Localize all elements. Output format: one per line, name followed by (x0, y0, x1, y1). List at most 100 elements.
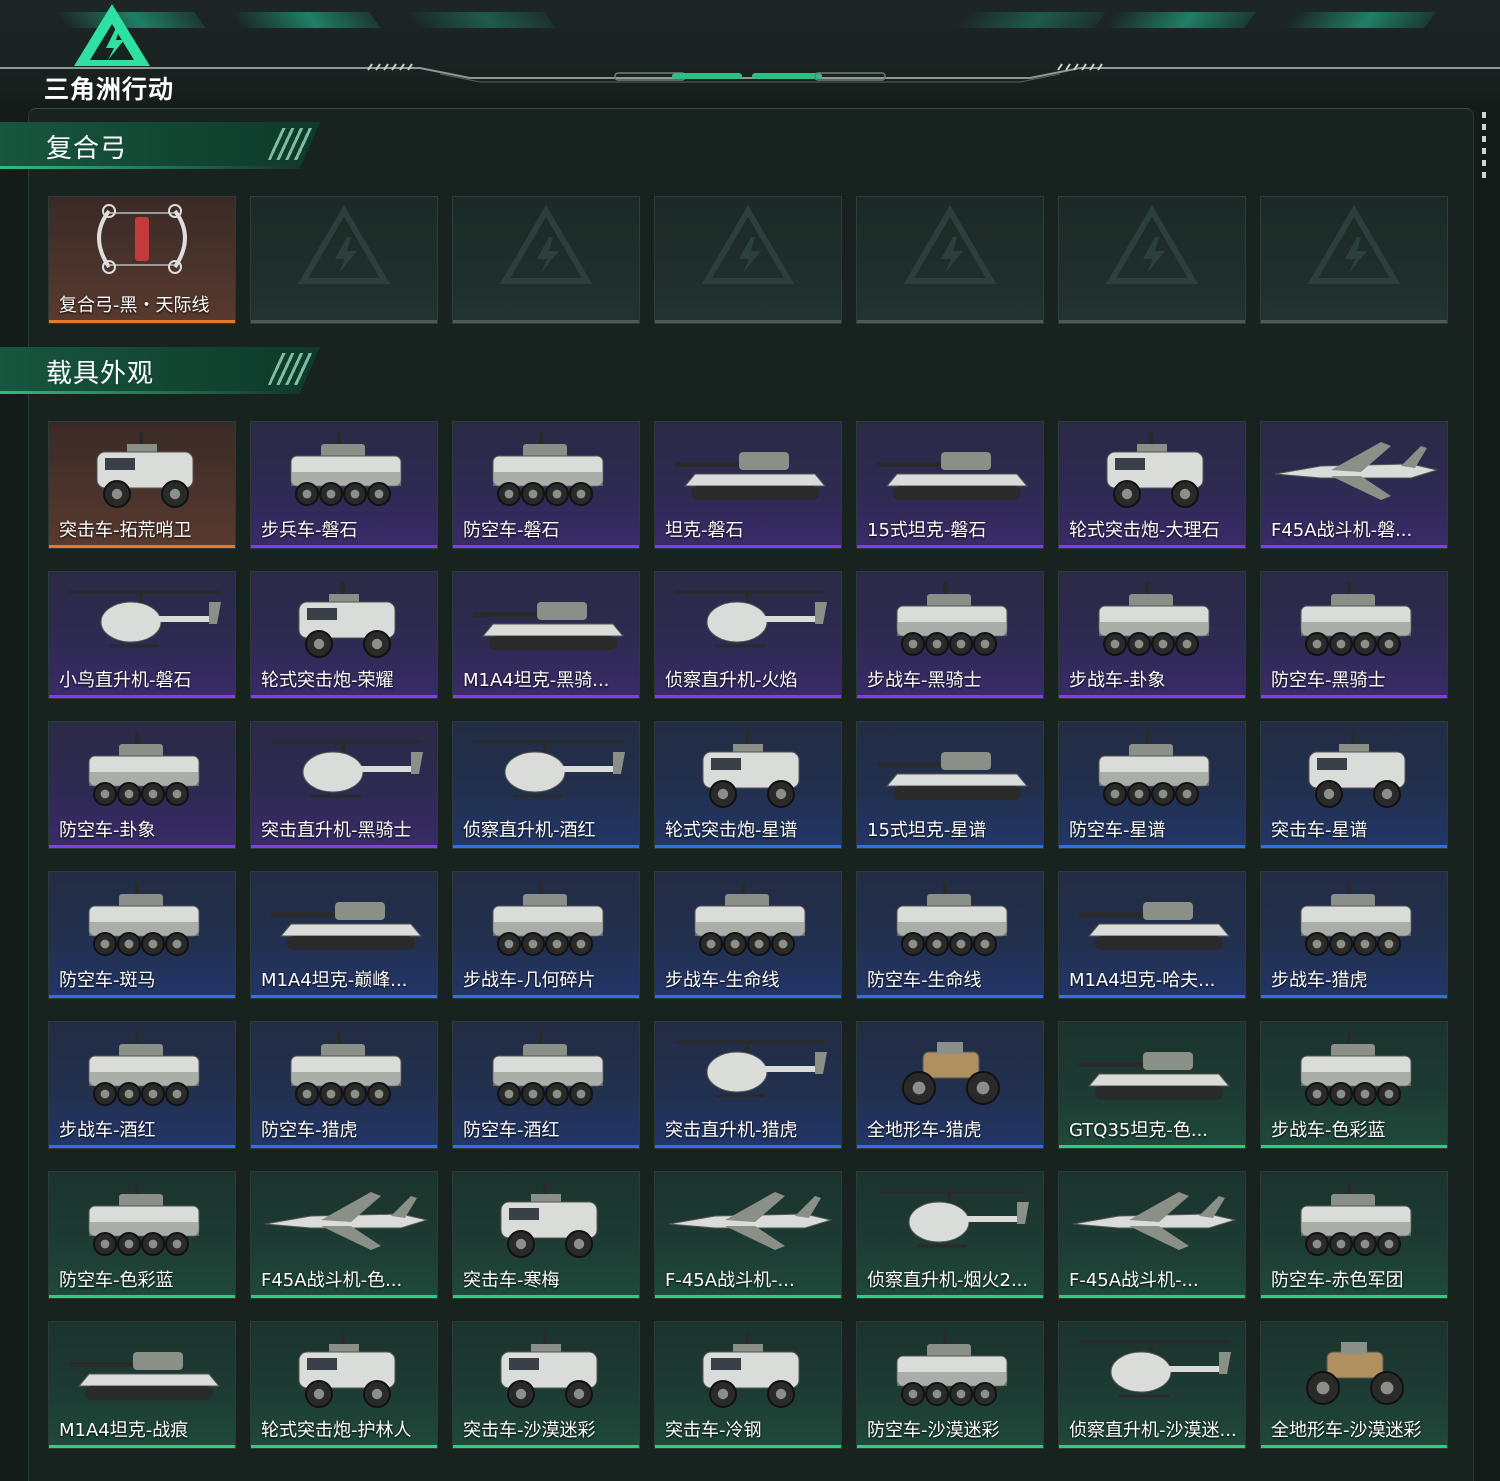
skin-card-label: 侦察直升机-烟火2... (867, 1270, 1029, 1291)
skin-card[interactable]: 侦察直升机-火焰 (654, 571, 842, 699)
skin-card[interactable]: 小鸟直升机-磐石 (48, 571, 236, 699)
apc-icon (453, 1022, 639, 1122)
banner-stripe (1104, 12, 1256, 28)
apc-icon (251, 1022, 437, 1122)
rarity-bar (655, 695, 841, 698)
skin-card-label: 侦察直升机-沙漠迷... (1069, 1420, 1237, 1441)
skin-card[interactable]: 复合弓-黑・天际线 (48, 196, 236, 324)
scroll-indicator[interactable] (1482, 112, 1486, 178)
skin-card-label: 步战车-黑骑士 (867, 670, 982, 691)
apc-icon (453, 422, 639, 522)
armored-truck-icon (251, 1322, 437, 1422)
skin-card[interactable]: 突击直升机-猎虎 (654, 1021, 842, 1149)
armored-truck-icon (655, 1322, 841, 1422)
rarity-bar (49, 845, 235, 848)
skin-card[interactable]: 步战车-酒红 (48, 1021, 236, 1149)
skin-card[interactable]: 全地形车-猎虎 (856, 1021, 1044, 1149)
top-banner: 三角洲行动 (0, 0, 1500, 110)
skin-card[interactable]: 突击车-拓荒哨卫 (48, 421, 236, 549)
skin-card[interactable]: 防空车-卦象 (48, 721, 236, 849)
skin-card[interactable]: 侦察直升机-酒红 (452, 721, 640, 849)
apc-icon (49, 1172, 235, 1272)
skin-card[interactable]: 防空车-赤色军团 (1260, 1171, 1448, 1299)
skin-card[interactable]: 轮式突击炮-大理石 (1058, 421, 1246, 549)
skin-card[interactable]: 步战车-色彩蓝 (1260, 1021, 1448, 1149)
skin-card[interactable]: 防空车-沙漠迷彩 (856, 1321, 1044, 1449)
apc-icon (1059, 572, 1245, 672)
skin-card-label: 步战车-酒红 (59, 1120, 156, 1141)
rarity-bar (1059, 1295, 1245, 1298)
skin-card[interactable]: F45A战斗机-色... (250, 1171, 438, 1299)
skin-card[interactable]: 步战车-生命线 (654, 871, 842, 999)
skin-card[interactable]: 突击车-星谱 (1260, 721, 1448, 849)
skin-card[interactable]: 防空车-猎虎 (250, 1021, 438, 1149)
skin-card-label: 步战车-猎虎 (1271, 970, 1368, 991)
rarity-bar (251, 320, 437, 323)
skin-card[interactable]: M1A4坦克-战痕 (48, 1321, 236, 1449)
skin-card[interactable]: M1A4坦克-哈夫... (1058, 871, 1246, 999)
helicopter-icon (251, 722, 437, 822)
rarity-bar (857, 545, 1043, 548)
empty-slot-logo-icon (1059, 197, 1245, 297)
skin-card[interactable]: 突击车-寒梅 (452, 1171, 640, 1299)
rarity-bar (655, 545, 841, 548)
skin-card[interactable]: 轮式突击炮-荣耀 (250, 571, 438, 699)
fighter-jet-icon (251, 1172, 437, 1272)
fighter-jet-icon (655, 1172, 841, 1272)
skin-card[interactable]: 防空车-星谱 (1058, 721, 1246, 849)
skin-card[interactable]: 步战车-几何碎片 (452, 871, 640, 999)
skin-card[interactable]: 防空车-黑骑士 (1260, 571, 1448, 699)
rarity-bar (655, 845, 841, 848)
skin-card[interactable]: 防空车-酒红 (452, 1021, 640, 1149)
skin-card-label: 防空车-生命线 (867, 970, 982, 991)
rarity-bar (453, 320, 639, 323)
helicopter-icon (655, 1022, 841, 1122)
skin-card-label: 步战车-几何碎片 (463, 970, 596, 991)
rarity-bar (1059, 1145, 1245, 1148)
skin-card[interactable]: F-45A战斗机-... (654, 1171, 842, 1299)
rarity-bar (857, 995, 1043, 998)
rarity-bar (655, 1295, 841, 1298)
apc-icon (49, 1022, 235, 1122)
skin-card[interactable]: 全地形车-沙漠迷彩 (1260, 1321, 1448, 1449)
skin-card[interactable]: 防空车-斑马 (48, 871, 236, 999)
apc-icon (49, 872, 235, 972)
skin-card[interactable]: M1A4坦克-黑骑... (452, 571, 640, 699)
skin-card[interactable]: 突击直升机-黑骑士 (250, 721, 438, 849)
skin-card-label: 轮式突击炮-荣耀 (261, 670, 394, 691)
skin-card-label: 步战车-生命线 (665, 970, 780, 991)
skin-card[interactable]: 15式坦克-星谱 (856, 721, 1044, 849)
compound-bow-icon (49, 197, 235, 297)
helicopter-icon (49, 572, 235, 672)
rarity-bar (1261, 1145, 1447, 1148)
skin-card[interactable]: 步战车-猎虎 (1260, 871, 1448, 999)
skin-card-label: M1A4坦克-巅峰... (261, 970, 408, 991)
skin-card[interactable]: 15式坦克-磐石 (856, 421, 1044, 549)
section-title-bow: 复合弓 (46, 134, 128, 164)
skin-card[interactable]: 防空车-色彩蓝 (48, 1171, 236, 1299)
skin-card[interactable]: 防空车-磐石 (452, 421, 640, 549)
skin-card[interactable]: F45A战斗机-磐... (1260, 421, 1448, 549)
rarity-bar (251, 845, 437, 848)
skin-card[interactable]: 轮式突击炮-星谱 (654, 721, 842, 849)
skin-card[interactable]: 防空车-生命线 (856, 871, 1044, 999)
skin-card-label: 防空车-沙漠迷彩 (867, 1420, 1000, 1441)
skin-card[interactable]: GTQ35坦克-色... (1058, 1021, 1246, 1149)
skin-card[interactable]: 侦察直升机-烟火2... (856, 1171, 1044, 1299)
tank-icon (857, 722, 1043, 822)
empty-slot-logo-icon (453, 197, 639, 297)
skin-card[interactable]: 步战车-黑骑士 (856, 571, 1044, 699)
skin-card[interactable]: M1A4坦克-巅峰... (250, 871, 438, 999)
skin-card-label: 突击车-星谱 (1271, 820, 1368, 841)
skin-card-label: 15式坦克-星谱 (867, 820, 987, 841)
skin-card[interactable]: 步兵车-磐石 (250, 421, 438, 549)
skin-card[interactable]: 突击车-冷钢 (654, 1321, 842, 1449)
skin-card[interactable]: 坦克-磐石 (654, 421, 842, 549)
skin-card-label: 突击车-寒梅 (463, 1270, 560, 1291)
skin-card[interactable]: 侦察直升机-沙漠迷... (1058, 1321, 1246, 1449)
skin-card[interactable]: 步战车-卦象 (1058, 571, 1246, 699)
skin-card[interactable]: F-45A战斗机-... (1058, 1171, 1246, 1299)
skin-card[interactable]: 轮式突击炮-护林人 (250, 1321, 438, 1449)
empty-slot-logo-icon (1261, 197, 1447, 297)
skin-card[interactable]: 突击车-沙漠迷彩 (452, 1321, 640, 1449)
